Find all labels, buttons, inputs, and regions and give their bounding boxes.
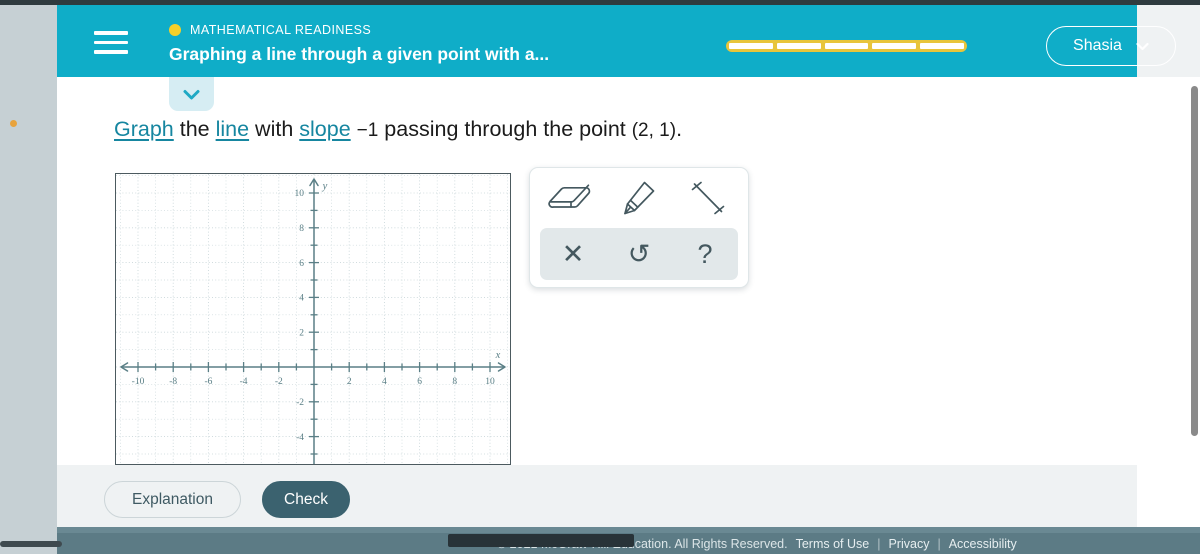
svg-text:‐4: ‐4 — [240, 377, 248, 387]
hamburger-icon[interactable] — [94, 31, 128, 54]
explanation-button[interactable]: Explanation — [104, 481, 241, 518]
hamburger-bar — [94, 31, 128, 35]
help-action[interactable]: ? — [679, 230, 731, 278]
progress-segment — [872, 43, 917, 49]
privacy-link[interactable]: Privacy — [888, 537, 929, 551]
progress-segment — [776, 43, 821, 49]
question-text-with: with — [249, 117, 300, 141]
question-text-the: the — [173, 117, 216, 141]
collapse-panel-button[interactable] — [169, 77, 214, 111]
app-header: MATHEMATICAL READINESS Graphing a line t… — [57, 5, 1176, 77]
point-value: (2, 1) — [631, 120, 677, 141]
progress-segment — [920, 43, 964, 49]
line-segment-icon — [690, 180, 726, 216]
breadcrumb: MATHEMATICAL READINESS — [169, 21, 549, 39]
svg-text:‐2: ‐2 — [275, 377, 283, 387]
action-bar: Explanation Check — [57, 465, 1137, 533]
footer-overlay-bar — [448, 534, 634, 547]
svg-text:‐8: ‐8 — [169, 377, 177, 387]
link-slope[interactable]: slope — [299, 117, 350, 141]
undo-action[interactable]: ↺ — [613, 230, 665, 278]
terms-of-use-link[interactable]: Terms of Use — [796, 537, 870, 551]
taskbar-handle — [0, 541, 62, 547]
page-scrollbar-thumb[interactable] — [1191, 86, 1198, 436]
eraser-icon — [547, 182, 593, 214]
svg-text:x: x — [495, 350, 501, 361]
toolbar-tools-row — [530, 168, 748, 228]
subject-label: MATHEMATICAL READINESS — [190, 23, 372, 37]
link-line[interactable]: line — [216, 117, 249, 141]
hamburger-bar — [94, 50, 128, 54]
progress-segment — [729, 43, 773, 49]
page-title: Graphing a line through a given point wi… — [169, 44, 550, 64]
subject-dot-icon — [169, 24, 181, 36]
graph-canvas[interactable]: ‐10 ‐8 ‐6 ‐4 ‐2 2 4 6 8 10 ‐4 ‐2 2 4 6 8 10 y x — [116, 174, 510, 464]
question-text-passing: passing through the point — [378, 117, 632, 141]
svg-text:‐4: ‐4 — [296, 433, 304, 443]
progress-bar — [726, 40, 967, 52]
user-menu-button[interactable]: Shasia — [1046, 26, 1176, 66]
footer-separator: | — [877, 536, 881, 551]
check-button[interactable]: Check — [262, 481, 350, 518]
chevron-down-icon — [1136, 40, 1149, 53]
line-tool[interactable] — [682, 174, 734, 222]
chevron-down-icon — [182, 88, 201, 101]
progress-segment — [824, 43, 869, 49]
eraser-tool[interactable] — [544, 174, 596, 222]
svg-text:8: 8 — [299, 224, 304, 234]
svg-text:4: 4 — [299, 294, 304, 304]
pencil-icon — [622, 180, 656, 216]
question-period: . — [676, 117, 683, 141]
svg-text:10: 10 — [295, 189, 305, 199]
svg-text:2: 2 — [299, 328, 304, 338]
svg-text:‐2: ‐2 — [296, 398, 304, 408]
user-name-label: Shasia — [1073, 37, 1122, 54]
link-graph[interactable]: Graph — [114, 117, 174, 141]
svg-text:10: 10 — [485, 377, 495, 387]
accessibility-link[interactable]: Accessibility — [949, 537, 1017, 551]
app-window: MATHEMATICAL READINESS Graphing a line t… — [0, 0, 1200, 554]
svg-text:6: 6 — [417, 377, 422, 387]
svg-text:4: 4 — [382, 377, 387, 387]
clear-action[interactable]: ✕ — [547, 230, 599, 278]
slope-value: −1 — [356, 120, 379, 141]
header-title-block: MATHEMATICAL READINESS Graphing a line t… — [169, 21, 549, 65]
page-scrollbar-track[interactable] — [1191, 86, 1198, 436]
svg-text:‐6: ‐6 — [204, 377, 212, 387]
hamburger-bar — [94, 40, 128, 44]
footer-separator: | — [937, 536, 941, 551]
bookmark-dot-icon — [10, 120, 17, 127]
svg-text:6: 6 — [299, 259, 304, 269]
toolbar-actions-row: ✕ ↺ ? — [540, 228, 738, 280]
coordinate-graph[interactable]: ‐10 ‐8 ‐6 ‐4 ‐2 2 4 6 8 10 ‐4 ‐2 2 4 6 8 10 y x — [115, 173, 511, 465]
drawing-toolbar: ✕ ↺ ? — [529, 167, 749, 288]
svg-text:y: y — [322, 181, 328, 192]
svg-text:2: 2 — [347, 377, 352, 387]
pencil-tool[interactable] — [613, 174, 665, 222]
question-text: Graph the line with slope −1 passing thr… — [114, 116, 682, 143]
svg-text:8: 8 — [452, 377, 457, 387]
svg-text:‐10: ‐10 — [132, 377, 145, 387]
